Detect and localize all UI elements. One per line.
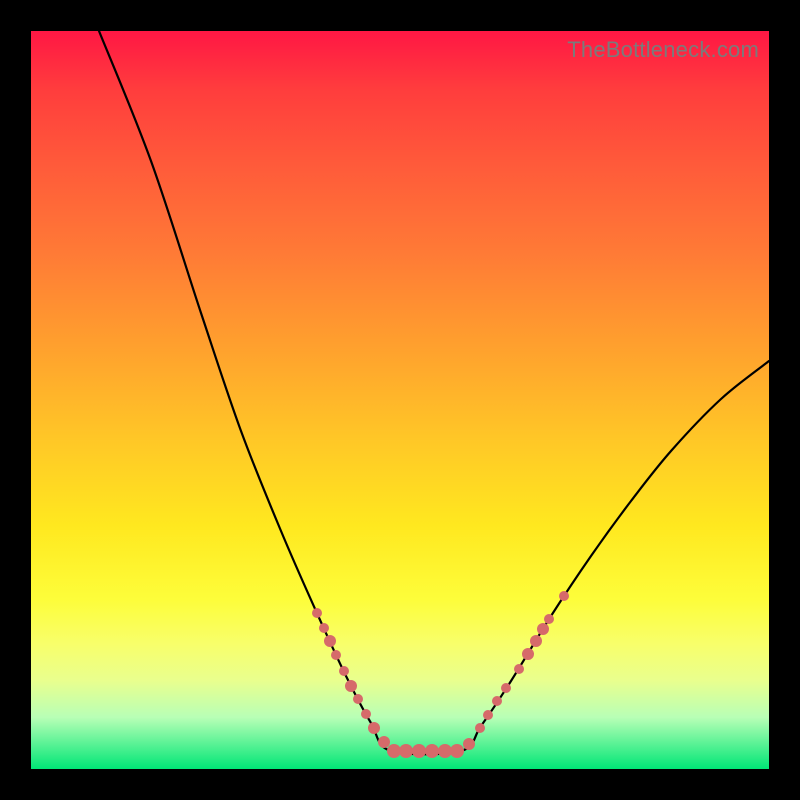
curve-marker — [559, 591, 569, 601]
curve-marker — [319, 623, 329, 633]
curve-marker — [544, 614, 554, 624]
curve-marker — [425, 744, 439, 758]
curve-marker — [514, 664, 524, 674]
curve-marker — [492, 696, 502, 706]
plot-background: TheBottleneck.com — [31, 31, 769, 769]
bottleneck-curve — [99, 31, 769, 754]
curve-marker — [339, 666, 349, 676]
curve-marker — [483, 710, 493, 720]
curve-marker — [331, 650, 341, 660]
curve-marker — [463, 738, 475, 750]
curve-marker — [530, 635, 542, 647]
curve-marker — [361, 709, 371, 719]
curve-marker — [368, 722, 380, 734]
curve-marker — [353, 694, 363, 704]
curve-marker — [399, 744, 413, 758]
curve-marker — [501, 683, 511, 693]
chart-frame: TheBottleneck.com — [0, 0, 800, 800]
curve-marker — [412, 744, 426, 758]
curve-marker — [475, 723, 485, 733]
curve-marker — [438, 744, 452, 758]
curve-marker — [324, 635, 336, 647]
curve-svg — [31, 31, 769, 769]
curve-marker — [345, 680, 357, 692]
curve-marker — [387, 744, 401, 758]
curve-marker — [312, 608, 322, 618]
curve-markers — [312, 591, 569, 758]
curve-marker — [537, 623, 549, 635]
curve-marker — [450, 744, 464, 758]
curve-marker — [522, 648, 534, 660]
curve-marker — [378, 736, 390, 748]
